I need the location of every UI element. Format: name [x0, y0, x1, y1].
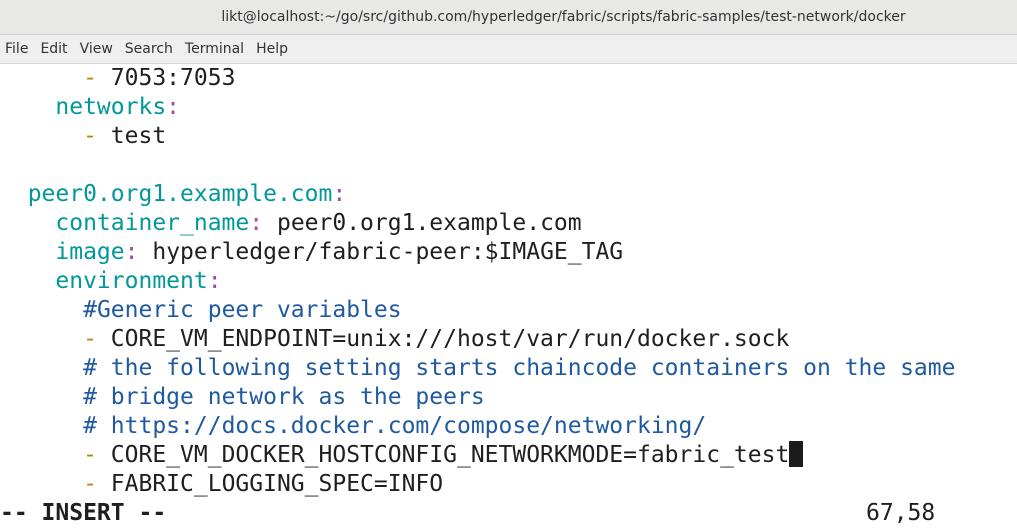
code-line: environment: — [0, 267, 222, 296]
cursor-position: 67,58 — [866, 500, 936, 526]
list-dash: - — [83, 123, 111, 149]
yaml-comment: # the following setting starts chaincode… — [83, 355, 956, 381]
terminal-editor[interactable]: - 7053:7053 networks: - test peer0.org1.… — [0, 64, 1017, 526]
vim-mode-indicator: -- INSERT -- — [0, 500, 167, 526]
code-line: image: hyperledger/fabric-peer:$IMAGE_TA… — [0, 238, 623, 267]
text-cursor — [789, 441, 804, 467]
code-line: # bridge network as the peers — [0, 383, 485, 412]
list-dash: - — [83, 471, 111, 497]
menu-view[interactable]: View — [74, 35, 119, 63]
code-line: - 7053:7053 — [0, 64, 235, 93]
menu-file[interactable]: File — [0, 35, 34, 63]
menu-terminal[interactable]: Terminal — [179, 35, 250, 63]
yaml-key: environment — [55, 268, 208, 294]
code-line: container_name: peer0.org1.example.com — [0, 209, 582, 238]
yaml-comment: # https://docs.docker.com/compose/networ… — [83, 413, 707, 439]
code-line: - test — [0, 122, 166, 151]
yaml-key: image — [55, 239, 125, 265]
code-line: # the following setting starts chaincode… — [0, 354, 955, 383]
menu-help[interactable]: Help — [250, 35, 294, 63]
code-line: #Generic peer variables — [0, 296, 402, 325]
menu-bar: File Edit View Search Terminal Help — [0, 35, 1017, 64]
code-line: - FABRIC_LOGGING_SPEC=INFO — [0, 470, 443, 499]
yaml-comment: # bridge network as the peers — [83, 384, 485, 410]
line-text: FABRIC_LOGGING_SPEC=INFO — [110, 471, 444, 497]
yaml-comment: #Generic peer variables — [83, 297, 402, 323]
list-dash: - — [83, 326, 111, 352]
code-line: - CORE_VM_ENDPOINT=unix:///host/var/run/… — [0, 325, 789, 354]
yaml-key: container_name — [55, 210, 250, 236]
code-line: peer0.org1.example.com: — [0, 180, 347, 209]
line-text: 7053:7053 — [110, 65, 236, 91]
yaml-key: peer0.org1.example.com — [27, 181, 333, 207]
menu-edit[interactable]: Edit — [34, 35, 73, 63]
yaml-key: networks — [55, 94, 167, 120]
yaml-value: hyperledger/fabric-peer:$IMAGE_TAG — [138, 239, 624, 265]
menu-search[interactable]: Search — [119, 35, 179, 63]
yaml-colon: : — [166, 94, 181, 120]
list-dash: - — [83, 442, 111, 468]
yaml-colon: : — [124, 239, 139, 265]
title-bar: likt@localhost:~/go/src/github.com/hyper… — [0, 0, 1017, 35]
line-text: CORE_VM_ENDPOINT=unix:///host/var/run/do… — [110, 326, 790, 352]
list-dash: - — [83, 65, 111, 91]
window-title: likt@localhost:~/go/src/github.com/hyper… — [221, 9, 906, 25]
line-text: CORE_VM_DOCKER_HOSTCONFIG_NETWORKMODE=fa… — [110, 442, 790, 468]
code-line: # https://docs.docker.com/compose/networ… — [0, 412, 706, 441]
line-text: test — [110, 123, 167, 149]
yaml-colon: : — [207, 268, 222, 294]
yaml-value: peer0.org1.example.com — [263, 210, 582, 236]
yaml-colon: : — [249, 210, 264, 236]
yaml-colon: : — [332, 181, 347, 207]
code-line: networks: — [0, 93, 180, 122]
code-line: - CORE_VM_DOCKER_HOSTCONFIG_NETWORKMODE=… — [0, 441, 804, 470]
